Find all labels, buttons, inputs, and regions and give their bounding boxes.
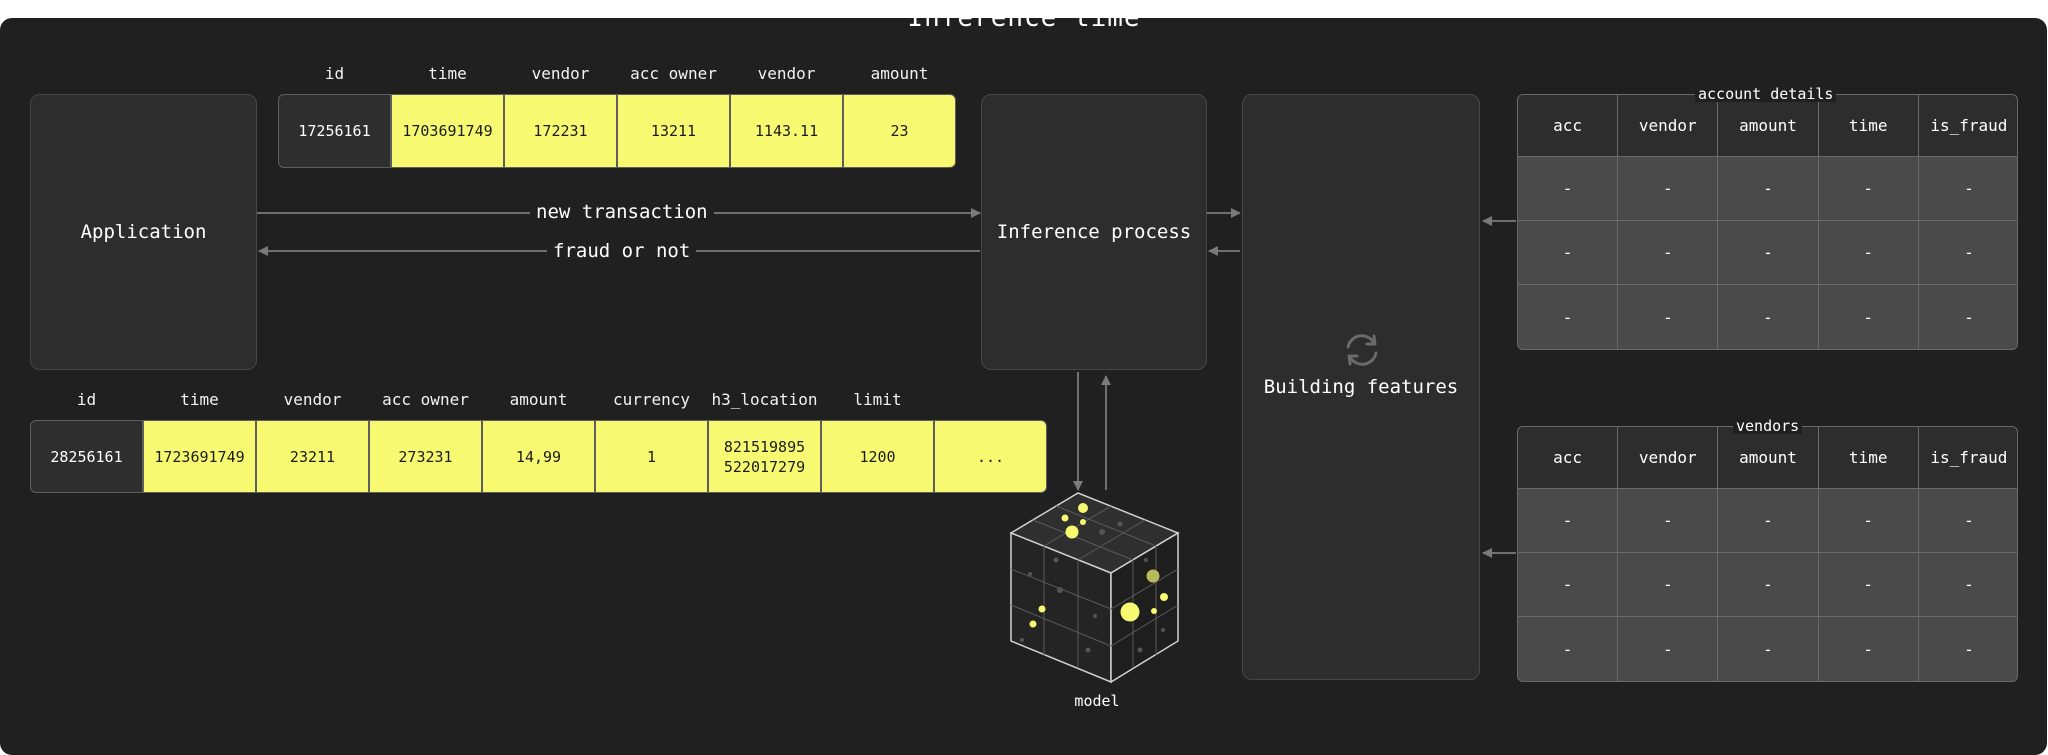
vendors-title: vendors bbox=[1733, 418, 1803, 434]
record-cell: 1 bbox=[595, 420, 708, 493]
table-header-cell: amount bbox=[1718, 427, 1819, 489]
account-details-title: account details bbox=[1695, 86, 1837, 102]
table-cell: - bbox=[1918, 489, 2017, 553]
column-header: vendor bbox=[531, 64, 590, 83]
table-cell: - bbox=[1718, 157, 1819, 221]
record-cell: ... bbox=[934, 420, 1047, 493]
table-cell: - bbox=[1518, 553, 1619, 617]
record-cell: 23 bbox=[843, 94, 956, 168]
table-cell: - bbox=[1618, 489, 1719, 553]
column-header: currency bbox=[612, 390, 691, 409]
column-header: vendor bbox=[283, 390, 342, 409]
table-cell: - bbox=[1518, 489, 1619, 553]
table-header-cell: amount bbox=[1718, 95, 1819, 157]
record-cell: 23211 bbox=[256, 420, 369, 493]
vendors-table: acc vendor amount time is_fraud - - - - - - - - - - - - -… bbox=[1517, 426, 2018, 682]
table-cell: - bbox=[1518, 617, 1619, 681]
table-cell: - bbox=[1818, 617, 1919, 681]
building-features-node: Building features bbox=[1242, 94, 1480, 680]
column-header: vendor bbox=[757, 64, 816, 83]
record-cell: 1703691749 bbox=[391, 94, 504, 168]
table-cell: - bbox=[1518, 221, 1619, 285]
column-header: time bbox=[428, 64, 467, 83]
column-header: acc owner bbox=[382, 390, 469, 409]
column-header: id bbox=[76, 390, 97, 409]
inference-process-node: Inference process bbox=[981, 94, 1207, 370]
table-cell: - bbox=[1918, 157, 2017, 221]
column-header: id bbox=[324, 64, 345, 83]
table-cell: - bbox=[1618, 553, 1719, 617]
record-cell: 14,99 bbox=[482, 420, 595, 493]
column-header: acc owner bbox=[630, 64, 717, 83]
record-cell: 13211 bbox=[617, 94, 730, 168]
record-cell: 273231 bbox=[369, 420, 482, 493]
table-cell: - bbox=[1618, 617, 1719, 681]
table-header-cell: time bbox=[1818, 95, 1919, 157]
record-cell: 17256161 bbox=[278, 94, 391, 168]
record-cell: 1723691749 bbox=[143, 420, 256, 493]
table-cell: - bbox=[1718, 285, 1819, 349]
table-cell: - bbox=[1518, 157, 1619, 221]
application-node: Application bbox=[30, 94, 257, 370]
record-cell: 28256161 bbox=[30, 420, 143, 493]
table-cell: - bbox=[1818, 221, 1919, 285]
column-header: amount bbox=[509, 390, 568, 409]
table-cell: - bbox=[1618, 285, 1719, 349]
account-details-table: acc vendor amount time is_fraud - - - - - - - - - - - - -… bbox=[1517, 94, 2018, 350]
column-header: amount bbox=[870, 64, 929, 83]
record-cell: 821519895 522017279 bbox=[708, 420, 821, 493]
edge-label-new-transaction: new transaction bbox=[530, 201, 714, 223]
table-header-cell: time bbox=[1818, 427, 1919, 489]
table-header-cell: acc bbox=[1518, 427, 1619, 489]
table-cell: - bbox=[1718, 489, 1819, 553]
table-cell: - bbox=[1818, 157, 1919, 221]
table-cell: - bbox=[1718, 617, 1819, 681]
table-cell: - bbox=[1518, 285, 1619, 349]
record-cell: 1200 bbox=[821, 420, 934, 493]
application-label: Application bbox=[80, 221, 207, 243]
table-cell: - bbox=[1618, 221, 1719, 285]
table-cell: - bbox=[1918, 553, 2017, 617]
table-cell: - bbox=[1818, 553, 1919, 617]
column-header: limit bbox=[853, 390, 902, 409]
table-header-cell: acc bbox=[1518, 95, 1619, 157]
table-cell: - bbox=[1918, 285, 2017, 349]
refresh-icon bbox=[1346, 334, 1378, 366]
table-cell: - bbox=[1918, 221, 2017, 285]
table-header-cell: vendor bbox=[1618, 95, 1719, 157]
table-cell: - bbox=[1618, 157, 1719, 221]
column-header: time bbox=[180, 390, 219, 409]
table-header-cell: vendor bbox=[1618, 427, 1719, 489]
inference-process-label: Inference process bbox=[996, 221, 1192, 243]
record-cell: 1143.11 bbox=[730, 94, 843, 168]
table-cell: - bbox=[1718, 553, 1819, 617]
column-header: h3_location bbox=[711, 390, 818, 409]
table-cell: - bbox=[1818, 489, 1919, 553]
edge-label-fraud-or-not: fraud or not bbox=[547, 240, 697, 262]
model-label: model bbox=[1074, 692, 1120, 710]
table-header-cell: is_fraud bbox=[1918, 427, 2017, 489]
table-cell: - bbox=[1818, 285, 1919, 349]
table-cell: - bbox=[1918, 617, 2017, 681]
record-cell: 172231 bbox=[504, 94, 617, 168]
building-features-label: Building features bbox=[1263, 376, 1459, 398]
table-cell: - bbox=[1718, 221, 1819, 285]
table-header-cell: is_fraud bbox=[1918, 95, 2017, 157]
